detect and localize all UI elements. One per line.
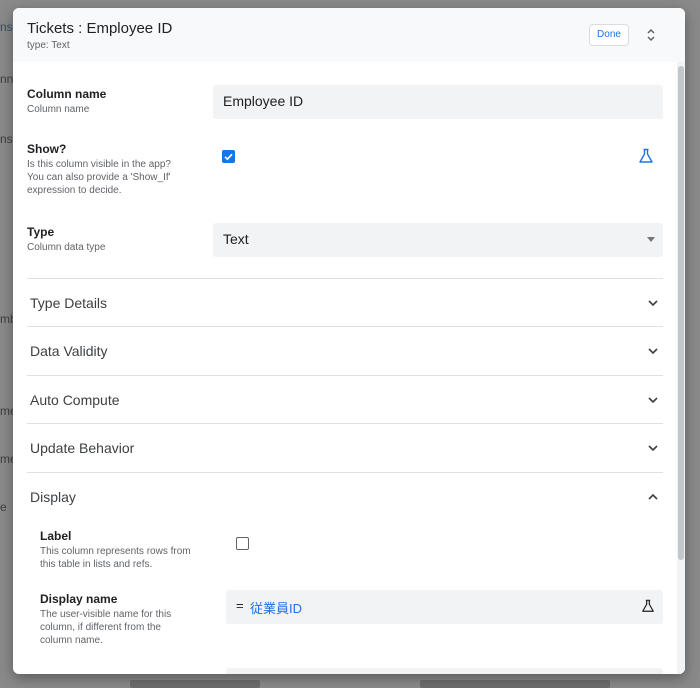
caret-down-icon — [647, 237, 655, 242]
display-name-description: The user-visible name for this column, i… — [40, 608, 171, 647]
show-description: Is this column visible in the app? You c… — [27, 158, 171, 197]
dialog-subtitle: type: Text — [27, 40, 70, 51]
show-description-line: Is this column visible in the app? — [27, 159, 171, 170]
chevron-up-icon — [648, 493, 658, 500]
column-name-description: Column name — [27, 104, 90, 115]
next-field-input[interactable] — [226, 668, 663, 674]
done-button[interactable]: Done — [589, 24, 629, 46]
display-name-description-line: column, if different from the — [40, 622, 161, 633]
show-label: Show? — [27, 142, 67, 156]
section-label: Display — [30, 489, 76, 505]
chevron-down-icon — [648, 348, 658, 355]
label-checkbox[interactable] — [236, 537, 249, 550]
check-icon — [224, 153, 233, 161]
column-editor-dialog: Tickets : Employee ID type: Text Done Co… — [13, 8, 685, 674]
flask-icon[interactable] — [638, 148, 654, 164]
label-field-description: This column represents rows from this ta… — [40, 545, 191, 571]
section-label: Update Behavior — [30, 440, 135, 456]
chevron-down-icon — [648, 445, 658, 452]
bg-bar — [420, 680, 610, 688]
expression-equals-sign: = — [236, 598, 244, 613]
show-description-line: You can also provide a 'Show_If' — [27, 172, 171, 183]
bg-bar — [130, 680, 260, 688]
scrollbar-thumb[interactable] — [678, 66, 684, 560]
section-label: Auto Compute — [30, 392, 120, 408]
type-label: Type — [27, 225, 55, 239]
bg-fragment: nn — [0, 72, 14, 86]
label-field-label: Label — [40, 529, 72, 543]
column-name-input[interactable]: Employee ID — [213, 85, 663, 119]
display-name-expression-input[interactable]: = 従業員ID — [226, 590, 663, 624]
section-label: Data Validity — [30, 343, 108, 359]
display-name-description-line: column name. — [40, 635, 103, 646]
dialog-title: Tickets : Employee ID — [27, 20, 173, 37]
display-name-description-line: The user-visible name for this — [40, 609, 172, 620]
type-select[interactable]: Text — [213, 223, 663, 257]
section-display[interactable]: Display — [27, 472, 663, 520]
section-update-behavior[interactable]: Update Behavior — [27, 423, 663, 471]
display-name-label: Display name — [40, 592, 118, 606]
flask-icon[interactable] — [641, 599, 655, 613]
column-name-label: Column name — [27, 87, 107, 101]
chevron-down-icon — [648, 300, 658, 307]
chevron-down-icon — [648, 397, 658, 404]
bg-fragment: e — [0, 500, 7, 514]
section-label: Type Details — [30, 295, 108, 311]
section-type-details[interactable]: Type Details — [27, 278, 663, 326]
display-name-value: 従業員ID — [250, 601, 303, 616]
expand-collapse-icon[interactable] — [641, 25, 661, 45]
bg-fragment: ns — [0, 20, 13, 34]
type-select-value: Text — [223, 231, 249, 247]
show-checkbox[interactable] — [222, 150, 235, 163]
section-auto-compute[interactable]: Auto Compute — [27, 375, 663, 423]
dialog-header: Tickets : Employee ID type: Text Done — [13, 8, 685, 62]
bg-fragment: ns — [0, 132, 13, 146]
label-description-line: This column represents rows from — [40, 546, 191, 557]
show-description-line: expression to decide. — [27, 185, 122, 196]
label-description-line: this table in lists and refs. — [40, 559, 153, 570]
section-data-validity[interactable]: Data Validity — [27, 326, 663, 374]
type-description: Column data type — [27, 242, 106, 253]
